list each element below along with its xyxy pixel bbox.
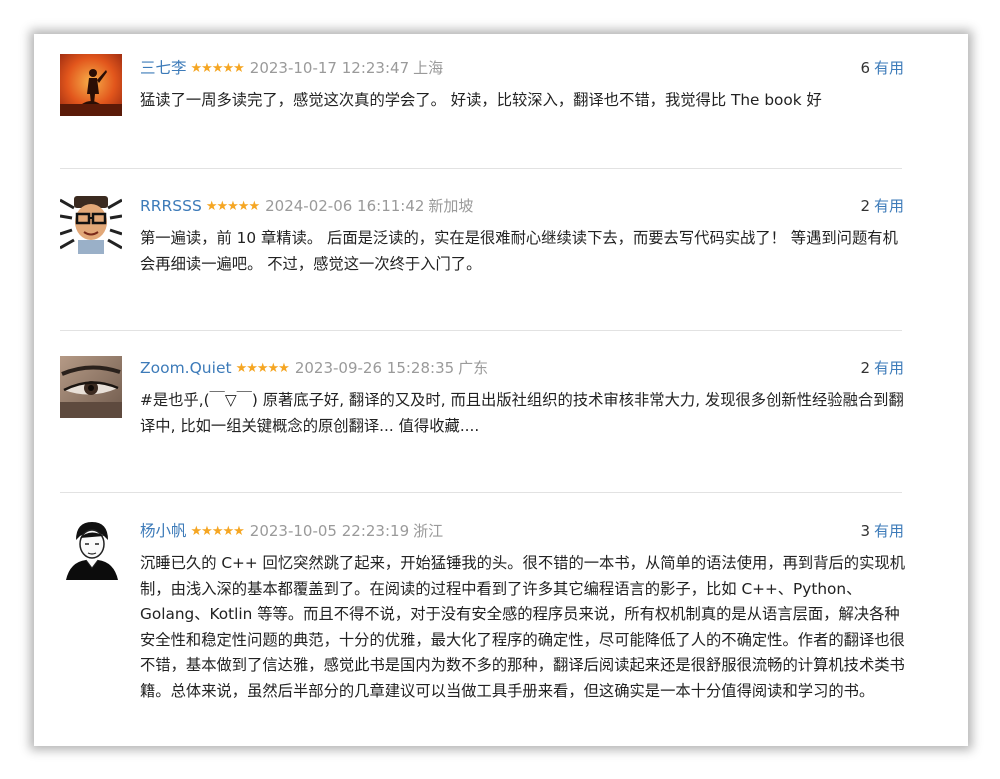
author-link[interactable]: 三七李 [140, 59, 187, 77]
useful-count: 2 [860, 197, 870, 215]
useful-vote: 2 有用 [860, 194, 904, 218]
useful-count: 2 [860, 359, 870, 377]
review-content: 沉睡已久的 C++ 回忆突然跳了起来，开始猛锤我的头。很不错的一本书，从简单的语… [140, 554, 905, 700]
useful-vote: 2 有用 [860, 356, 904, 380]
useful-vote: 6 有用 [860, 56, 904, 80]
review-time: 2024-02-06 16:11:42 [265, 197, 425, 215]
divider [60, 330, 902, 331]
review-list-card: 三七李 ★★★★★ 2023-10-17 12:23:47 上海 6 有用 猛读了一周多… [34, 34, 968, 746]
useful-vote: 3 有用 [860, 519, 904, 543]
author-link[interactable]: Zoom.Quiet [140, 359, 232, 377]
review-header: 三七李 ★★★★★ 2023-10-17 12:23:47 上海 6 有用 [140, 56, 904, 80]
useful-button[interactable]: 有用 [874, 522, 904, 540]
star-rating: ★★★★★ [190, 61, 245, 76]
review-time: 2023-10-17 12:23:47 [249, 59, 410, 77]
useful-button[interactable]: 有用 [874, 359, 904, 377]
star-rating: ★★★★★ [235, 361, 290, 376]
review-location: 上海 [413, 59, 444, 77]
review-header: Zoom.Quiet ★★★★★ 2023-09-26 15:28:35 广东 2 有用 [140, 356, 904, 380]
review-time: 2023-10-05 22:23:19 [249, 522, 410, 540]
screenshot-stage: 三七李 ★★★★★ 2023-10-17 12:23:47 上海 6 有用 猛读了一周多… [0, 0, 1000, 779]
useful-button[interactable]: 有用 [874, 197, 904, 215]
useful-button[interactable]: 有用 [874, 59, 904, 77]
review-location: 新加坡 [428, 197, 474, 215]
review-header: RRRSSS ★★★★★ 2024-02-06 16:11:42 新加坡 2 有用 [140, 194, 904, 218]
useful-count: 3 [860, 522, 870, 540]
star-rating: ★★★★★ [190, 524, 245, 539]
divider [60, 492, 902, 493]
silhouette-sunset-icon[interactable] [60, 54, 122, 116]
review-content: 猛读了一周多读完了，感觉这次真的学会了。 好读，比较深入，翻译也不错，我觉得比 … [140, 91, 822, 109]
review-location: 广东 [458, 359, 489, 377]
author-link[interactable]: 杨小帆 [140, 522, 187, 540]
cartoon-face-glasses-icon[interactable] [60, 192, 122, 254]
eye-closeup-icon[interactable] [60, 356, 122, 418]
review-content: 第一遍读，前 10 章精读。 后面是泛读的，实在是很难耐心继续读下去，而要去写代… [140, 229, 898, 273]
sketch-portrait-icon[interactable] [60, 518, 122, 580]
author-link[interactable]: RRRSSS [140, 197, 202, 215]
useful-count: 6 [860, 59, 870, 77]
review-header: 杨小帆 ★★★★★ 2023-10-05 22:23:19 浙江 3 有用 [140, 519, 904, 543]
divider [60, 168, 902, 169]
review-time: 2023-09-26 15:28:35 [294, 359, 455, 377]
review-location: 浙江 [413, 522, 444, 540]
review-content: #是也乎,(￣▽￣) 原著底子好, 翻译的又及时, 而且出版社组织的技术审核非常… [140, 391, 904, 435]
star-rating: ★★★★★ [205, 199, 260, 214]
